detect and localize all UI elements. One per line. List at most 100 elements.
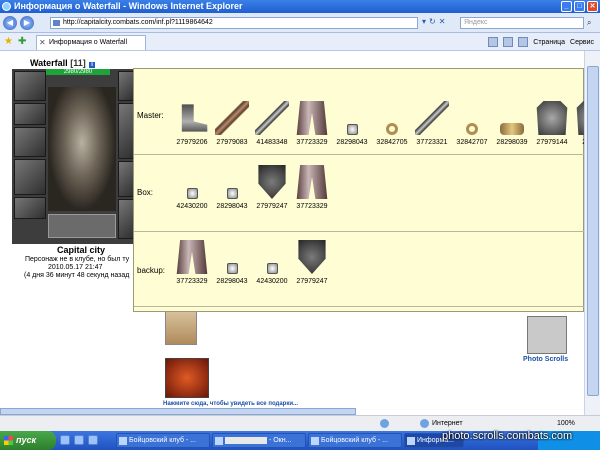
- character-name[interactable]: Waterfall: [30, 58, 68, 68]
- weapon-slot[interactable]: [14, 127, 46, 157]
- taskbar-item[interactable]: Бойцовский клуб - ...: [308, 433, 402, 448]
- start-button[interactable]: пуск: [0, 431, 56, 450]
- set-item[interactable]: 32842705: [372, 123, 412, 146]
- quick-launch-ie-icon[interactable]: [60, 435, 70, 445]
- back-button[interactable]: ◀: [3, 16, 17, 30]
- quick-launch-media-icon[interactable]: [88, 435, 98, 445]
- boots-icon[interactable]: [181, 104, 208, 132]
- refresh-stop-controls[interactable]: ▾↻✕: [422, 17, 448, 26]
- amulet-slot[interactable]: [118, 71, 134, 101]
- helmet-slot[interactable]: [14, 71, 46, 101]
- pants-icon[interactable]: [296, 101, 328, 135]
- armor-icon[interactable]: [576, 101, 584, 135]
- tools-menu[interactable]: Сервис: [570, 39, 594, 46]
- scrollbar-thumb[interactable]: [587, 66, 599, 396]
- set-item[interactable]: 42430200: [172, 188, 212, 210]
- info-badge[interactable]: i: [89, 62, 95, 68]
- ring-icon[interactable]: [386, 123, 398, 135]
- start-label: пуск: [16, 435, 37, 445]
- set-master: Master: 27979206 27979083 41483348 37723329…: [134, 69, 584, 155]
- set-item[interactable]: 27979: [572, 101, 584, 146]
- gloves-slot[interactable]: [118, 161, 134, 197]
- set-item[interactable]: 27979206: [172, 101, 212, 146]
- feeds-icon[interactable]: [503, 37, 514, 47]
- shield-icon[interactable]: [258, 165, 286, 199]
- photo-scrolls-image[interactable]: [527, 316, 567, 354]
- home-icon[interactable]: [488, 37, 499, 47]
- horizontal-scrollbar[interactable]: [0, 408, 356, 415]
- small-icon[interactable]: [226, 263, 238, 274]
- set-item[interactable]: 32842707: [452, 123, 492, 146]
- character-level: [11]: [70, 58, 86, 68]
- set-item[interactable]: 37723329: [172, 240, 212, 285]
- present-image[interactable]: [165, 358, 209, 398]
- item-code: 27979247: [296, 278, 328, 285]
- sets-popup: Master: 27979206 27979083 41483348 37723329…: [133, 68, 584, 312]
- forward-button[interactable]: ▶: [20, 16, 34, 30]
- favorites-star-icon[interactable]: ★: [4, 36, 13, 47]
- close-button[interactable]: ✕: [587, 1, 598, 12]
- vertical-scrollbar[interactable]: [584, 51, 600, 415]
- armor-icon[interactable]: [536, 101, 568, 135]
- set-item[interactable]: 27979247: [252, 165, 292, 210]
- photo-scrolls-label[interactable]: Photo Scrolls: [523, 356, 568, 363]
- taskbar-item[interactable]: Бойцовский клуб - ...: [116, 433, 210, 448]
- set-item[interactable]: 28298043: [212, 188, 252, 210]
- set-item[interactable]: 28298039: [492, 123, 532, 146]
- set-item[interactable]: 27979083: [212, 101, 252, 146]
- item-code: 28298043: [216, 203, 248, 210]
- armor-slot[interactable]: [14, 159, 46, 195]
- dagger-icon[interactable]: [215, 101, 249, 135]
- address-bar: ◀ ▶ http://capitalcity.combats.com/inf.p…: [0, 13, 600, 33]
- item-code: 27979206: [176, 139, 208, 146]
- gift-image[interactable]: [165, 309, 197, 345]
- ring-icon[interactable]: [466, 123, 478, 135]
- boots-slot[interactable]: [118, 199, 134, 239]
- small-icon[interactable]: [266, 263, 278, 274]
- pants-icon[interactable]: [296, 165, 328, 199]
- small-icon[interactable]: [226, 188, 238, 199]
- amulet-icon[interactable]: [500, 123, 524, 135]
- set-label: Master:: [137, 111, 164, 120]
- set-item[interactable]: 28298043: [332, 124, 372, 146]
- set-item[interactable]: 41483348: [252, 101, 292, 146]
- belt-slot[interactable]: [14, 197, 46, 219]
- zoom-level[interactable]: 100%: [557, 420, 575, 427]
- taskbar-item-label: - Окн...: [268, 437, 292, 444]
- search-input[interactable]: Яндекс: [460, 17, 584, 29]
- url-field[interactable]: http://capitalcity.combats.com/inf.pl?11…: [50, 17, 418, 29]
- item-code: 42430200: [256, 278, 288, 285]
- search-icon[interactable]: ⌕: [587, 18, 596, 27]
- set-item[interactable]: 42430200: [252, 263, 292, 285]
- pants-icon[interactable]: [176, 240, 208, 274]
- minimize-button[interactable]: _: [561, 1, 572, 12]
- set-item[interactable]: 37723321: [412, 101, 452, 146]
- page-menu[interactable]: Страница: [533, 39, 565, 46]
- bracer-slot[interactable]: [14, 103, 46, 125]
- small-icon[interactable]: [186, 188, 198, 199]
- character-panel: [12, 69, 136, 244]
- print-icon[interactable]: [518, 37, 529, 47]
- sword-icon[interactable]: [415, 101, 449, 135]
- present-link[interactable]: Нажмите сюда, чтобы увидеть все подарки.…: [163, 401, 298, 407]
- small-icon[interactable]: [346, 124, 358, 135]
- quick-launch-desktop-icon[interactable]: [74, 435, 84, 445]
- set-label: backup:: [137, 266, 166, 275]
- sword-icon[interactable]: [255, 101, 289, 135]
- set-item[interactable]: 27979144: [532, 101, 572, 146]
- add-favorites-icon[interactable]: ✚: [18, 36, 26, 47]
- rings-slot[interactable]: [118, 103, 134, 159]
- item-code: 27979144: [536, 139, 568, 146]
- clan-sigil: [48, 214, 116, 238]
- taskbar-item[interactable]: - Окн...: [212, 433, 306, 448]
- shield-icon[interactable]: [298, 240, 326, 274]
- item-code: 37723329: [296, 139, 328, 146]
- set-item[interactable]: 28298043: [212, 263, 252, 285]
- maximize-button[interactable]: □: [574, 1, 585, 12]
- set-backup: backup: 37723329 28298043 42430200 27979247: [134, 232, 584, 307]
- set-item[interactable]: 37723329: [292, 101, 332, 146]
- set-item[interactable]: 27979247: [292, 240, 332, 285]
- set-item[interactable]: 37723329: [292, 165, 332, 210]
- character-header: Waterfall [11] i: [30, 58, 95, 68]
- tab-active[interactable]: ✕ Информация о Waterfall: [36, 35, 146, 50]
